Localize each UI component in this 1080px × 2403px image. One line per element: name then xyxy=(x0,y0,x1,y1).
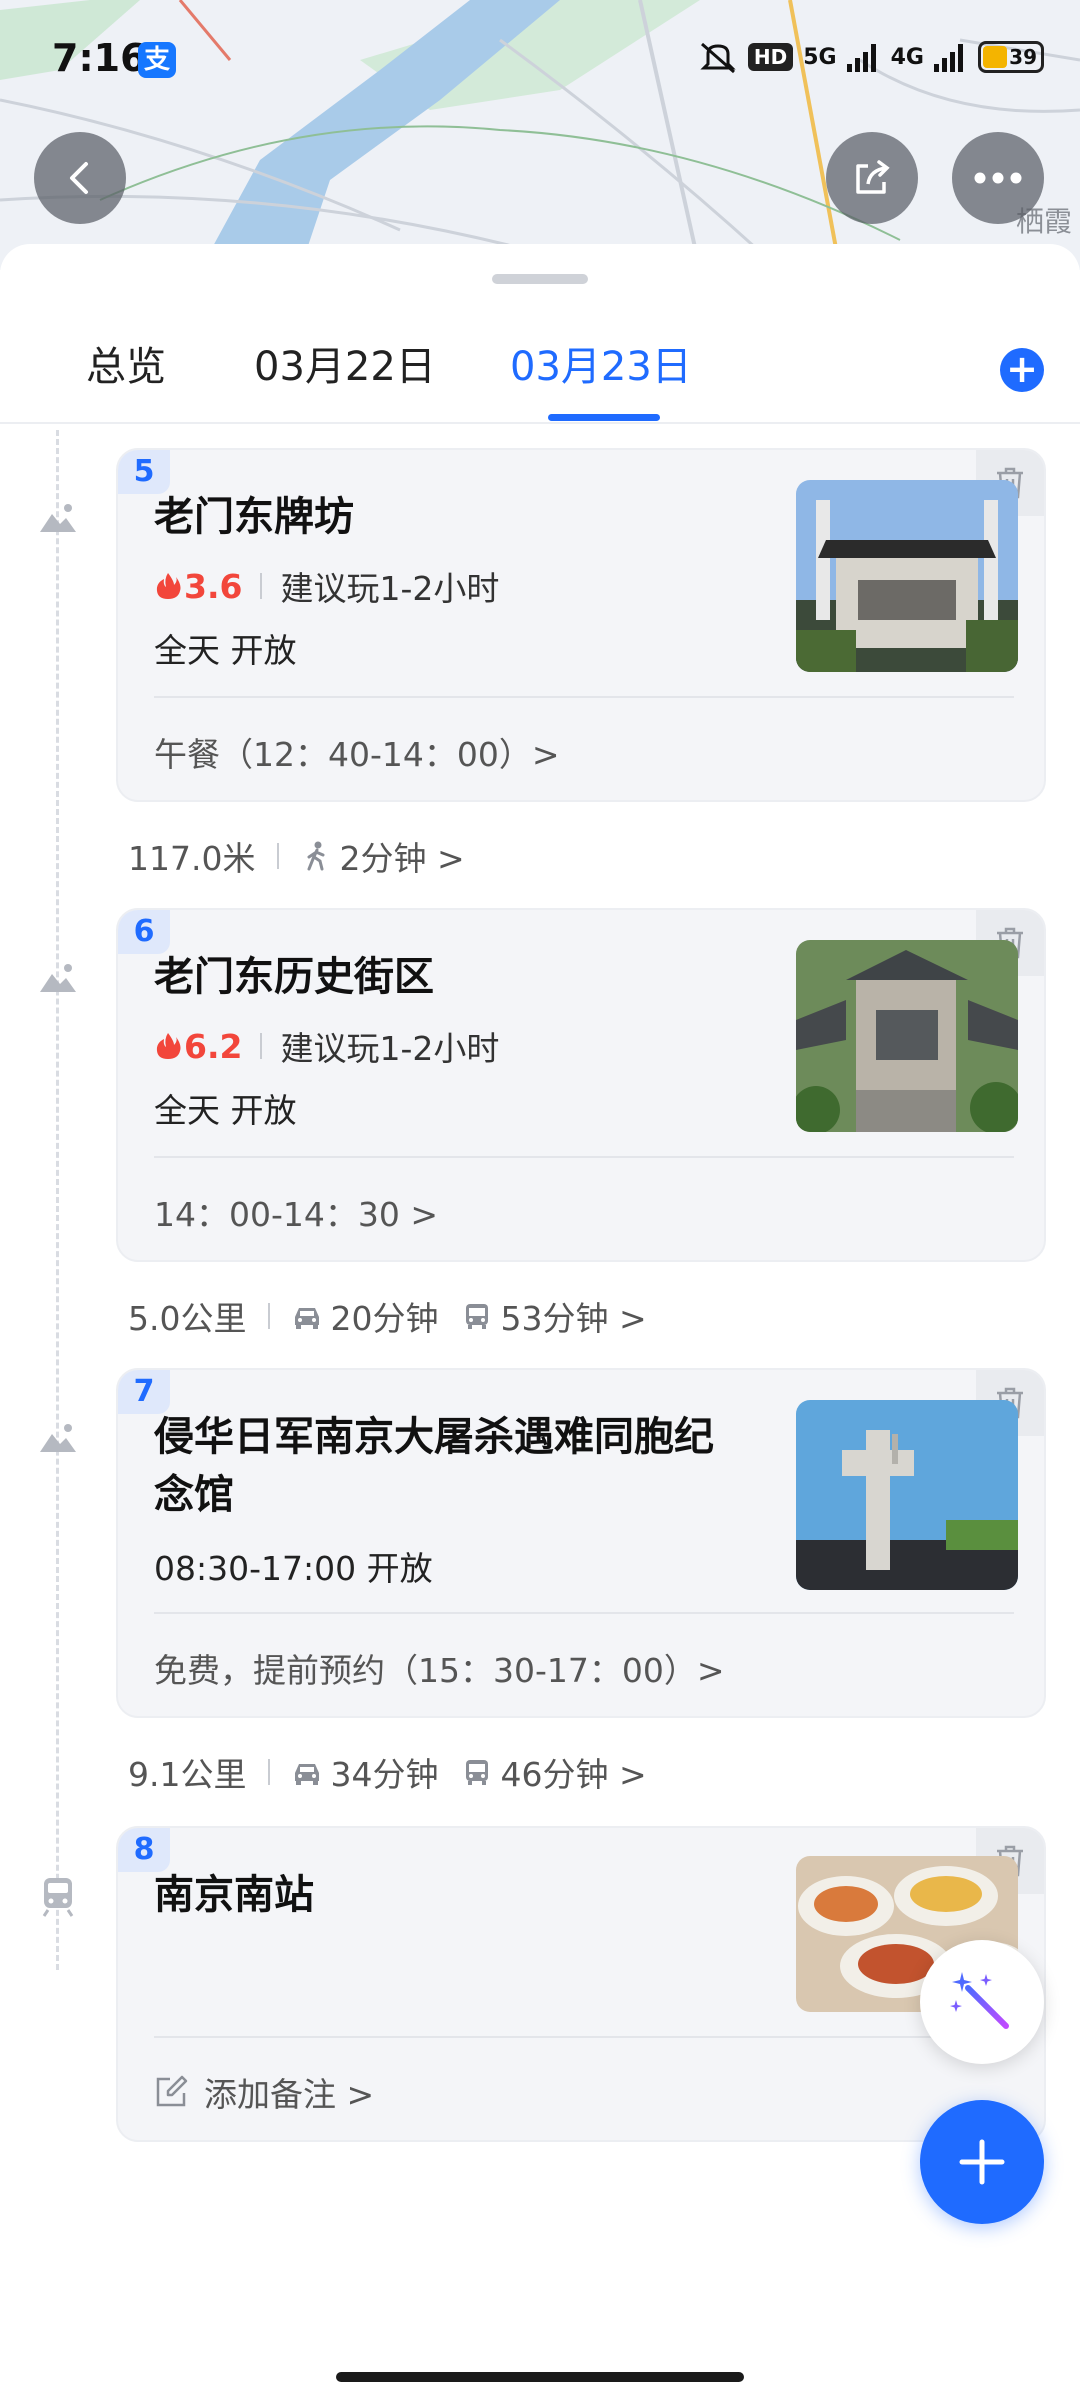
stop-card[interactable]: 5 老门东牌坊 3.6 建议玩1-2小时 全天 开放 午餐（12：40-14：0… xyxy=(116,448,1046,802)
scenic-icon xyxy=(40,964,76,992)
network-4g-label: 4G xyxy=(890,44,924,70)
add-stop-button[interactable] xyxy=(920,2100,1044,2224)
transit-info[interactable]: 9.1公里 34分钟 46分钟 > xyxy=(128,1748,671,1796)
opening-hours: 全天 开放 xyxy=(154,1091,297,1130)
bus-duration: 53分钟 > xyxy=(500,1299,647,1338)
stop-image xyxy=(796,1400,1018,1590)
signal-icon xyxy=(846,44,876,72)
fire-icon xyxy=(156,1033,181,1059)
ai-magic-button[interactable] xyxy=(920,1940,1044,2064)
stop-image xyxy=(796,480,1018,672)
network-5g-label: 5G xyxy=(803,44,837,70)
car-icon xyxy=(295,1308,320,1329)
transit-distance: 117.0米 xyxy=(128,839,256,878)
add-note-button[interactable]: 添加备注 > xyxy=(154,2068,374,2116)
share-button[interactable] xyxy=(826,132,918,224)
scenic-icon xyxy=(40,1424,76,1452)
meal-note[interactable]: 午餐（12：40-14：00）> xyxy=(154,728,560,776)
plus-icon xyxy=(959,2139,1005,2185)
battery-icon: 39 xyxy=(978,41,1044,73)
heat-score: 3.6 xyxy=(154,567,242,606)
opening-hours: 全天 开放 xyxy=(154,631,297,670)
memorial-archway-photo xyxy=(796,480,1018,672)
historic-district-photo xyxy=(796,940,1018,1132)
status-indicators: HD 5G 4G 39 xyxy=(698,40,1044,74)
more-dots-icon xyxy=(974,172,1022,184)
train-station-icon xyxy=(42,1878,74,1917)
stop-title: 南京南站 xyxy=(154,1872,314,1918)
share-icon xyxy=(856,160,890,194)
tab-overview[interactable]: 总览 xyxy=(86,334,166,392)
add-note-label: 添加备注 > xyxy=(204,2075,375,2114)
timeline-line xyxy=(56,430,59,1970)
stop-title-line2: 念馆 xyxy=(154,1472,234,1518)
magic-wand-icon xyxy=(950,1972,1009,2029)
transit-info[interactable]: 117.0米 2分钟 > xyxy=(128,832,489,880)
hd-badge: HD xyxy=(747,43,794,71)
time-slot[interactable]: 14：00-14：30 > xyxy=(154,1188,438,1236)
chevron-left-icon xyxy=(70,162,88,194)
heat-value: 6.2 xyxy=(184,1026,243,1066)
edit-icon xyxy=(156,2075,188,2107)
car-icon xyxy=(295,1764,320,1785)
tab-day-0323[interactable]: 03月23日 xyxy=(510,334,692,392)
more-options-button[interactable] xyxy=(952,132,1044,224)
drive-duration: 20分钟 xyxy=(330,1299,439,1338)
home-indicator[interactable] xyxy=(336,2372,744,2382)
reservation-note[interactable]: 免费，提前预约（15：30-17：00）> xyxy=(154,1644,725,1692)
suggested-duration: 建议玩1-2小时 xyxy=(280,1029,500,1068)
transit-distance: 9.1公里 xyxy=(128,1755,247,1794)
memorial-hall-photo xyxy=(796,1400,1018,1590)
stop-meta: 6.2 建议玩1-2小时 xyxy=(154,1022,499,1070)
heat-value: 3.6 xyxy=(184,566,243,606)
fire-icon xyxy=(156,573,181,599)
stop-card[interactable]: 8 南京南站 添加备注 > xyxy=(116,1826,1046,2142)
opening-hours: 08:30-17:00 开放 xyxy=(154,1549,433,1588)
back-button[interactable] xyxy=(34,132,126,224)
bus-icon xyxy=(466,1760,489,1785)
scenic-icon xyxy=(40,504,76,532)
stop-meta: 3.6 建议玩1-2小时 xyxy=(154,562,499,610)
day-tabs: 总览 03月22日 03月23日 xyxy=(0,334,1080,424)
add-day-button[interactable]: + xyxy=(1000,348,1044,392)
status-time: 7:16 xyxy=(52,36,147,80)
stop-card[interactable]: 6 老门东历史街区 6.2 建议玩1-2小时 全天 开放 14：00-14：30… xyxy=(116,908,1046,1262)
active-tab-indicator xyxy=(548,414,660,421)
mute-icon xyxy=(700,42,736,74)
walk-duration: 2分钟 > xyxy=(339,839,465,878)
stop-title: 老门东历史街区 xyxy=(154,954,434,1000)
battery-level: 39 xyxy=(1009,45,1037,69)
suggested-duration: 建议玩1-2小时 xyxy=(280,569,500,608)
bus-icon xyxy=(466,1304,489,1329)
stop-title: 老门东牌坊 xyxy=(154,494,354,540)
stop-card[interactable]: 7 侵华日军南京大屠杀遇难同胞纪 念馆 08:30-17:00 开放 免费，提前… xyxy=(116,1368,1046,1718)
tab-day-0322[interactable]: 03月22日 xyxy=(254,334,436,392)
drive-duration: 34分钟 xyxy=(330,1755,439,1794)
transit-distance: 5.0公里 xyxy=(128,1299,247,1338)
stop-image xyxy=(796,940,1018,1132)
bus-duration: 46分钟 > xyxy=(500,1755,647,1794)
stop-title-line1: 侵华日军南京大屠杀遇难同胞纪 xyxy=(154,1414,714,1460)
signal-icon xyxy=(934,44,963,72)
sheet-grabber[interactable] xyxy=(492,274,588,284)
heat-score: 6.2 xyxy=(154,1027,242,1066)
transit-info[interactable]: 5.0公里 20分钟 53分钟 > xyxy=(128,1292,671,1340)
walk-icon xyxy=(307,841,325,871)
status-bar: 7:16 支 HD 5G 4G 39 xyxy=(0,0,1080,120)
alipay-notification-icon: 支 xyxy=(138,42,176,78)
